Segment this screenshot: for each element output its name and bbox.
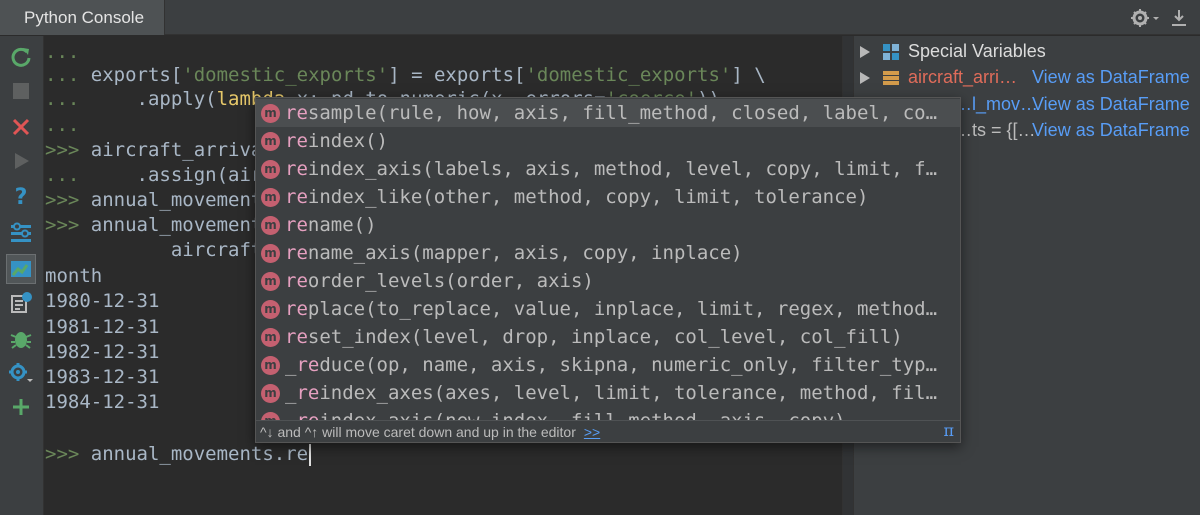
dataframe-icon [882, 68, 900, 86]
view-as-dataframe-link[interactable]: View as DataFrame [1032, 91, 1190, 117]
special-variables-icon [882, 42, 900, 60]
output-line: 1982-12-31 [45, 341, 160, 363]
output-line: 1980-12-31 [45, 290, 160, 312]
variable-row[interactable]: aircraft_arri… View as DataFrame [854, 64, 1200, 90]
gear-icon[interactable] [1130, 7, 1162, 29]
close-icon[interactable] [6, 114, 36, 140]
method-icon: m [261, 328, 280, 347]
history-icon[interactable] [6, 290, 36, 316]
settings-list-icon[interactable] [6, 220, 36, 246]
footer-hint: ^↓ and ^↑ will move caret down and up in… [260, 424, 576, 440]
rerun-icon[interactable] [6, 44, 36, 70]
text-caret [309, 443, 312, 466]
stop-icon[interactable] [6, 78, 36, 104]
suggestion-item[interactable]: m reset_index(level, drop, inplace, col_… [256, 323, 960, 351]
console-toolbar: ? [0, 36, 44, 515]
method-icon: m [261, 272, 280, 291]
autocomplete-popup[interactable]: m resample(rule, how, axis, fill_method,… [255, 97, 961, 443]
console-tab[interactable]: Python Console [0, 0, 165, 35]
method-icon: m [261, 160, 280, 179]
hide-icon[interactable] [1168, 7, 1190, 29]
expand-arrow-icon[interactable] [860, 46, 870, 58]
method-icon: m [261, 104, 280, 123]
console-line: ... [45, 114, 80, 136]
debug-icon[interactable] [6, 326, 36, 352]
method-icon: m [261, 216, 280, 235]
suggestion-item[interactable]: m replace(to_replace, value, inplace, li… [256, 295, 960, 323]
output-line: 1984-12-31 [45, 391, 160, 413]
output-line: 1983-12-31 [45, 366, 160, 388]
autocomplete-footer: ^↓ and ^↑ will move caret down and up in… [256, 420, 960, 442]
method-icon: m [261, 244, 280, 263]
expand-arrow-icon[interactable] [860, 72, 870, 84]
suggestion-item[interactable]: m reindex() [256, 127, 960, 155]
view-as-dataframe-link[interactable]: View as DataFrame [1032, 64, 1190, 90]
method-icon: m [261, 356, 280, 375]
output-line: month [45, 265, 103, 287]
suggestion-item[interactable]: m reindex_like(other, method, copy, limi… [256, 183, 960, 211]
pi-icon[interactable]: π [943, 421, 954, 440]
suggestion-item[interactable]: m _reduce(op, name, axis, skipna, numeri… [256, 351, 960, 379]
footer-more-link[interactable]: >> [584, 424, 600, 440]
suggestion-item[interactable]: m _reindex_axes(axes, level, limit, tole… [256, 379, 960, 407]
help-icon[interactable]: ? [6, 184, 36, 210]
suggestion-item[interactable]: m rename_axis(mapper, axis, copy, inplac… [256, 239, 960, 267]
suggestion-item[interactable]: m rename() [256, 211, 960, 239]
suggestion-item[interactable]: m reorder_levels(order, axis) [256, 267, 960, 295]
method-icon: m [261, 132, 280, 151]
gear-icon[interactable] [6, 360, 36, 386]
variable-row[interactable]: Special Variables [854, 38, 1200, 64]
method-icon: m [261, 300, 280, 319]
output-line: 1981-12-31 [45, 316, 160, 338]
console-line: ... exports['domestic_exports'] = export… [45, 64, 766, 86]
show-variables-icon[interactable] [6, 254, 36, 284]
method-icon: m [261, 384, 280, 403]
suggestion-item[interactable]: m reindex_axis(labels, axis, method, lev… [256, 155, 960, 183]
console-input[interactable]: >>> annual_movements.re [45, 441, 312, 467]
suggestion-item[interactable]: m resample(rule, how, axis, fill_method,… [256, 99, 960, 127]
add-icon[interactable] [6, 394, 36, 420]
run-icon[interactable] [6, 148, 36, 174]
title-bar: Python Console [0, 0, 1200, 35]
view-as-dataframe-link[interactable]: View as DataFrame [1032, 117, 1190, 143]
method-icon: m [261, 188, 280, 207]
